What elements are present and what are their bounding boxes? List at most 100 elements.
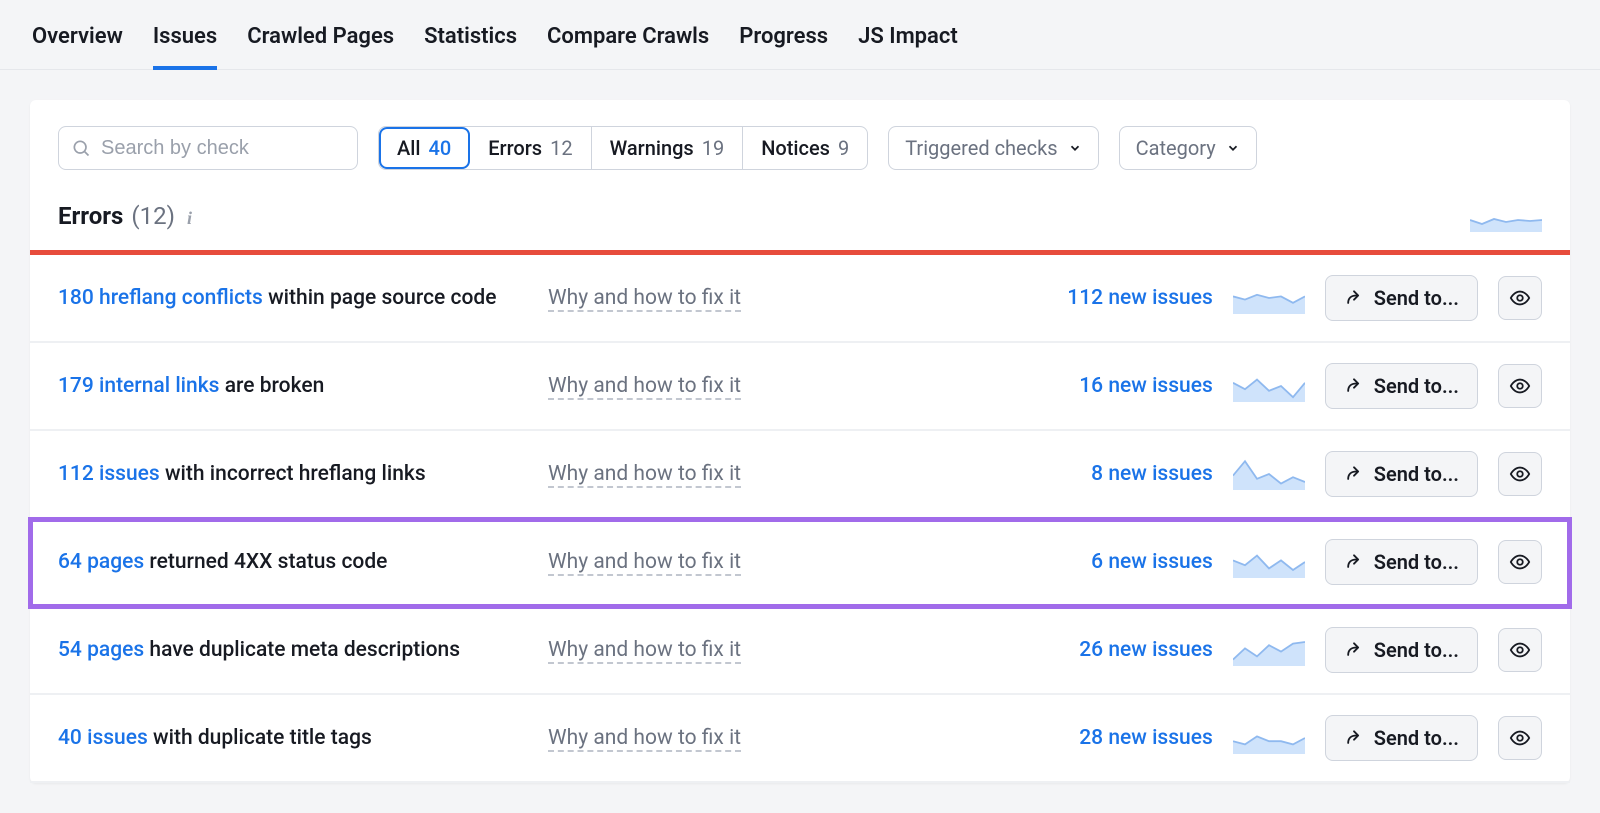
send-to-button[interactable]: Send to...: [1325, 715, 1478, 761]
section-title: Errors: [58, 202, 123, 230]
filter-label: Warnings: [610, 136, 694, 160]
filter-warnings[interactable]: Warnings 19: [592, 127, 744, 169]
search-icon: [71, 138, 91, 158]
fix-link-wrapper: Why and how to fix it: [548, 638, 1013, 662]
issue-text: returned 4XX status code: [144, 550, 387, 574]
hide-button[interactable]: [1498, 716, 1542, 760]
hide-button[interactable]: [1498, 364, 1542, 408]
why-and-how-link[interactable]: Why and how to fix it: [548, 374, 741, 400]
new-issues-link[interactable]: 112 new issues: [1033, 286, 1213, 310]
hide-button[interactable]: [1498, 276, 1542, 320]
filter-count: 9: [838, 136, 849, 160]
hide-button[interactable]: [1498, 628, 1542, 672]
filter-errors[interactable]: Errors12: [470, 127, 591, 169]
send-to-button[interactable]: Send to...: [1325, 363, 1478, 409]
category-dropdown[interactable]: Category: [1119, 126, 1257, 170]
toolbar: All 40 Errors12 Warnings 19 Notices 9 Triggere…: [30, 126, 1570, 196]
new-issues-link[interactable]: 16 new issues: [1033, 374, 1213, 398]
dropdown-label: Triggered checks: [905, 136, 1057, 160]
issue-count-link[interactable]: 54 pages: [58, 638, 144, 662]
tab-compare-crawls[interactable]: Compare Crawls: [547, 0, 709, 69]
filter-all[interactable]: All 40: [379, 127, 470, 169]
tab-statistics[interactable]: Statistics: [424, 0, 517, 69]
share-arrow-icon: [1344, 640, 1364, 660]
why-and-how-link[interactable]: Why and how to fix it: [548, 726, 741, 752]
issue-row: 40 issues with duplicate title tags Why a…: [30, 695, 1570, 783]
hide-button[interactable]: [1498, 540, 1542, 584]
issue-count-link[interactable]: 179 internal links: [58, 374, 219, 398]
fix-link-wrapper: Why and how to fix it: [548, 462, 1013, 486]
eye-icon: [1509, 375, 1531, 397]
send-to-label: Send to...: [1374, 462, 1459, 486]
filter-notices[interactable]: Notices 9: [743, 127, 867, 169]
share-arrow-icon: [1344, 376, 1364, 396]
filter-label: Errors: [488, 136, 542, 160]
send-to-button[interactable]: Send to...: [1325, 451, 1478, 497]
filter-count: 19: [702, 136, 724, 160]
share-arrow-icon: [1344, 464, 1364, 484]
tab-crawled-pages[interactable]: Crawled Pages: [247, 0, 394, 69]
tab-overview[interactable]: Overview: [32, 0, 123, 69]
why-and-how-link[interactable]: Why and how to fix it: [548, 286, 741, 312]
section-sparkline: [1470, 200, 1542, 232]
issue-description: 112 issues with incorrect hreflang links: [58, 462, 528, 486]
issues-card: All 40 Errors12 Warnings 19 Notices 9 Triggere…: [30, 100, 1570, 783]
search-input[interactable]: [101, 137, 366, 160]
eye-icon: [1509, 463, 1531, 485]
new-issues-link[interactable]: 8 new issues: [1033, 462, 1213, 486]
section-header: Errors (12) i: [30, 196, 1570, 250]
chevron-down-icon: [1226, 141, 1240, 155]
send-to-label: Send to...: [1374, 374, 1459, 398]
tab-issues[interactable]: Issues: [153, 0, 217, 69]
share-arrow-icon: [1344, 728, 1364, 748]
hide-button[interactable]: [1498, 452, 1542, 496]
tab-progress[interactable]: Progress: [739, 0, 828, 69]
dropdown-label: Category: [1136, 136, 1216, 160]
filter-segment: All 40 Errors12 Warnings 19 Notices 9: [378, 126, 868, 170]
issue-text: with incorrect hreflang links: [160, 462, 426, 486]
why-and-how-link[interactable]: Why and how to fix it: [548, 550, 741, 576]
issue-count-link[interactable]: 112 issues: [58, 462, 160, 486]
issue-count-link[interactable]: 64 pages: [58, 550, 144, 574]
filter-count: 40: [428, 136, 451, 160]
share-arrow-icon: [1344, 288, 1364, 308]
info-icon[interactable]: i: [187, 208, 192, 229]
send-to-button[interactable]: Send to...: [1325, 275, 1478, 321]
why-and-how-link[interactable]: Why and how to fix it: [548, 638, 741, 664]
fix-link-wrapper: Why and how to fix it: [548, 374, 1013, 398]
fix-link-wrapper: Why and how to fix it: [548, 286, 1013, 310]
issue-description: 64 pages returned 4XX status code: [58, 550, 528, 574]
search-box[interactable]: [58, 126, 358, 170]
eye-icon: [1509, 727, 1531, 749]
eye-icon: [1509, 639, 1531, 661]
fix-link-wrapper: Why and how to fix it: [548, 550, 1013, 574]
share-arrow-icon: [1344, 552, 1364, 572]
issue-row: 64 pages returned 4XX status code Why and…: [30, 519, 1570, 607]
issue-description: 40 issues with duplicate title tags: [58, 726, 528, 750]
section-count: (12): [131, 202, 175, 230]
top-nav-tabs: Overview Issues Crawled Pages Statistics Com…: [0, 0, 1600, 70]
filter-label: Notices: [761, 136, 830, 160]
issue-count-link[interactable]: 40 issues: [58, 726, 148, 750]
eye-icon: [1509, 287, 1531, 309]
fix-link-wrapper: Why and how to fix it: [548, 726, 1013, 750]
why-and-how-link[interactable]: Why and how to fix it: [548, 462, 741, 488]
trend-sparkline: [1233, 458, 1305, 490]
issue-text: are broken: [219, 374, 324, 398]
issue-text: within page source code: [263, 286, 497, 310]
tab-js-impact[interactable]: JS Impact: [858, 0, 958, 69]
chevron-down-icon: [1068, 141, 1082, 155]
issue-count-link[interactable]: 180 hreflang conflicts: [58, 286, 263, 310]
trend-sparkline: [1233, 282, 1305, 314]
trend-sparkline: [1233, 370, 1305, 402]
filter-label: All: [397, 136, 420, 160]
send-to-button[interactable]: Send to...: [1325, 627, 1478, 673]
send-to-label: Send to...: [1374, 726, 1459, 750]
triggered-checks-dropdown[interactable]: Triggered checks: [888, 126, 1098, 170]
send-to-label: Send to...: [1374, 286, 1459, 310]
new-issues-link[interactable]: 26 new issues: [1033, 638, 1213, 662]
new-issues-link[interactable]: 28 new issues: [1033, 726, 1213, 750]
new-issues-link[interactable]: 6 new issues: [1033, 550, 1213, 574]
send-to-button[interactable]: Send to...: [1325, 539, 1478, 585]
trend-sparkline: [1233, 722, 1305, 754]
